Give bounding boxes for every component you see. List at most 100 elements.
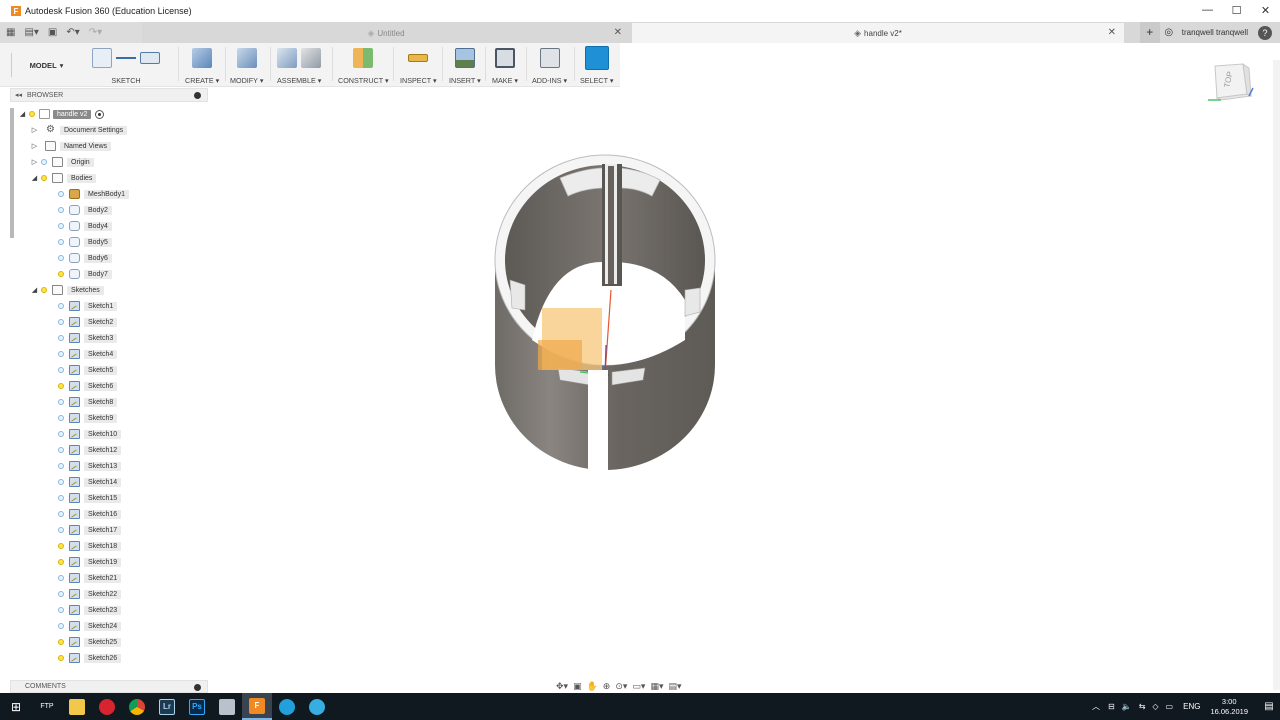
visibility-bulb-icon[interactable] — [56, 477, 65, 488]
tree-item-sketch[interactable]: Sketch12 — [56, 443, 122, 457]
dropbox-icon[interactable]: ◇ — [1152, 702, 1158, 711]
visibility-bulb-icon[interactable] — [56, 445, 65, 456]
visibility-bulb-icon[interactable] — [56, 525, 65, 536]
taskbar-app-lightroom[interactable]: Lr — [152, 693, 182, 720]
visibility-bulb-icon[interactable] — [56, 589, 65, 600]
workspace-switcher[interactable]: MODEL ▾ — [11, 53, 81, 77]
minimize-button[interactable]: — — [1193, 0, 1222, 20]
tree-item-sketch[interactable]: Sketch18 — [56, 539, 122, 553]
new-component-icon[interactable] — [277, 48, 298, 68]
taskbar-app-generic[interactable] — [212, 693, 242, 720]
job-status-icon[interactable]: ◎ — [1160, 27, 1178, 38]
browser-scrollbar[interactable] — [10, 108, 14, 238]
visibility-bulb-icon[interactable] — [56, 269, 65, 280]
visibility-bulb-icon[interactable] — [56, 493, 65, 504]
scripts-icon[interactable] — [539, 48, 560, 68]
viewports-icon[interactable]: ▤▾ — [668, 681, 681, 692]
tree-item-sketch[interactable]: Sketch13 — [56, 459, 122, 473]
activate-radio-icon[interactable] — [95, 109, 105, 119]
visibility-bulb-icon[interactable] — [56, 541, 65, 552]
expand-triangle-icon[interactable]: ▷ — [30, 125, 39, 135]
visibility-bulb-icon[interactable] — [39, 157, 48, 168]
collapse-triangle-icon[interactable]: ◢ — [30, 285, 39, 295]
comments-panel[interactable]: COMMENTS — [10, 680, 208, 693]
viewport-scrollbar[interactable] — [1273, 60, 1280, 690]
taskbar-app-c[interactable] — [272, 693, 302, 720]
visibility-bulb-icon[interactable] — [56, 365, 65, 376]
save-icon[interactable]: ▣ — [48, 27, 57, 38]
visibility-bulb-icon[interactable] — [56, 349, 65, 360]
select-cursor-icon[interactable] — [584, 46, 609, 70]
tree-item-named-views[interactable]: ▷ Named Views — [30, 139, 112, 153]
visibility-bulb-icon[interactable] — [56, 189, 65, 200]
language-indicator[interactable]: ENG — [1183, 702, 1200, 711]
joint-icon[interactable] — [301, 48, 322, 68]
tab-untitled[interactable]: ◈ Untitled ✕ — [142, 23, 630, 43]
collapse-panel-icon[interactable]: ◂◂ — [15, 91, 22, 99]
visibility-bulb-icon[interactable] — [56, 621, 65, 632]
tree-item-sketch[interactable]: Sketch16 — [56, 507, 122, 521]
visibility-bulb-icon[interactable] — [56, 509, 65, 520]
offset-plane-icon[interactable] — [353, 48, 374, 68]
collapse-triangle-icon[interactable]: ◢ — [30, 173, 39, 183]
rectangle-icon[interactable] — [140, 52, 160, 64]
visibility-bulb-icon[interactable] — [56, 301, 65, 312]
tree-item-body[interactable]: Body7 — [56, 267, 112, 281]
modify-group[interactable]: MODIFY ▾ — [230, 45, 263, 85]
tree-item-sketch[interactable]: Sketch24 — [56, 619, 122, 633]
taskbar-app-opera[interactable] — [92, 693, 122, 720]
view-cube[interactable]: TOP — [1205, 58, 1255, 108]
visibility-bulb-icon[interactable] — [39, 285, 48, 296]
visibility-bulb-icon[interactable] — [39, 173, 48, 184]
fit-icon[interactable]: ⊙▾ — [615, 681, 627, 692]
visibility-bulb-icon[interactable] — [56, 381, 65, 392]
look-at-icon[interactable]: ▣ — [573, 681, 582, 692]
create-group[interactable]: CREATE ▾ — [185, 45, 219, 85]
tree-item-bodies[interactable]: ◢ Bodies — [30, 171, 97, 185]
model-viewport[interactable] — [480, 140, 740, 480]
visibility-bulb-icon[interactable] — [56, 333, 65, 344]
file-menu-icon[interactable]: ▤▾ — [24, 27, 38, 38]
visibility-bulb-icon[interactable] — [56, 397, 65, 408]
taskbar-app-telegram[interactable] — [302, 693, 332, 720]
visibility-bulb-icon[interactable] — [56, 637, 65, 648]
visibility-bulb-icon[interactable] — [56, 557, 65, 568]
tab-handle-v2[interactable]: ◈ handle v2* ✕ — [632, 23, 1124, 43]
pan-icon[interactable]: ✋ — [587, 681, 598, 692]
tree-item-sketch[interactable]: Sketch19 — [56, 555, 122, 569]
visibility-bulb-icon[interactable] — [56, 573, 65, 584]
close-tab-icon[interactable]: ✕ — [1108, 27, 1116, 38]
tree-item-sketch[interactable]: Sketch17 — [56, 523, 122, 537]
tree-item-body[interactable]: MeshBody1 — [56, 187, 129, 201]
undo-icon[interactable]: ↶▾ — [66, 27, 79, 38]
tree-item-sketch[interactable]: Sketch26 — [56, 651, 122, 665]
new-tab-icon[interactable]: + — [1139, 22, 1160, 43]
3d-print-icon[interactable] — [494, 48, 515, 68]
browser-header[interactable]: ◂◂ BROWSER — [10, 88, 208, 102]
tray-app-icon[interactable]: ⊟ — [1108, 702, 1115, 711]
tree-item-sketch[interactable]: Sketch8 — [56, 395, 118, 409]
tree-item-sketch[interactable]: Sketch25 — [56, 635, 122, 649]
taskbar-app-explorer[interactable] — [62, 693, 92, 720]
insert-image-icon[interactable] — [454, 48, 475, 68]
press-pull-icon[interactable] — [236, 48, 257, 68]
maximize-button[interactable]: ☐ — [1222, 0, 1251, 20]
visibility-bulb-icon[interactable] — [56, 253, 65, 264]
tree-item-sketch[interactable]: Sketch22 — [56, 587, 122, 601]
tree-item-sketch[interactable]: Sketch2 — [56, 315, 118, 329]
construct-group[interactable]: CONSTRUCT ▾ — [338, 45, 389, 85]
tree-item-body[interactable]: Body5 — [56, 235, 112, 249]
help-icon[interactable]: ? — [1258, 25, 1272, 40]
visibility-bulb-icon[interactable] — [56, 237, 65, 248]
create-sketch-icon[interactable] — [92, 48, 112, 68]
tray-expand-icon[interactable]: ︿ — [1092, 701, 1100, 712]
tree-item-sketch[interactable]: Sketch23 — [56, 603, 122, 617]
tray-screen-icon[interactable]: ▭ — [1166, 702, 1174, 711]
zoom-icon[interactable]: ⊕ — [603, 681, 611, 692]
visibility-bulb-icon[interactable] — [56, 605, 65, 616]
grid-menu-icon[interactable]: ▦ — [6, 27, 15, 38]
grid-settings-icon[interactable]: ▦▾ — [650, 681, 663, 692]
expand-triangle-icon[interactable]: ▷ — [30, 157, 39, 167]
close-tab-icon[interactable]: ✕ — [614, 27, 622, 38]
extrude-icon[interactable] — [192, 48, 213, 68]
